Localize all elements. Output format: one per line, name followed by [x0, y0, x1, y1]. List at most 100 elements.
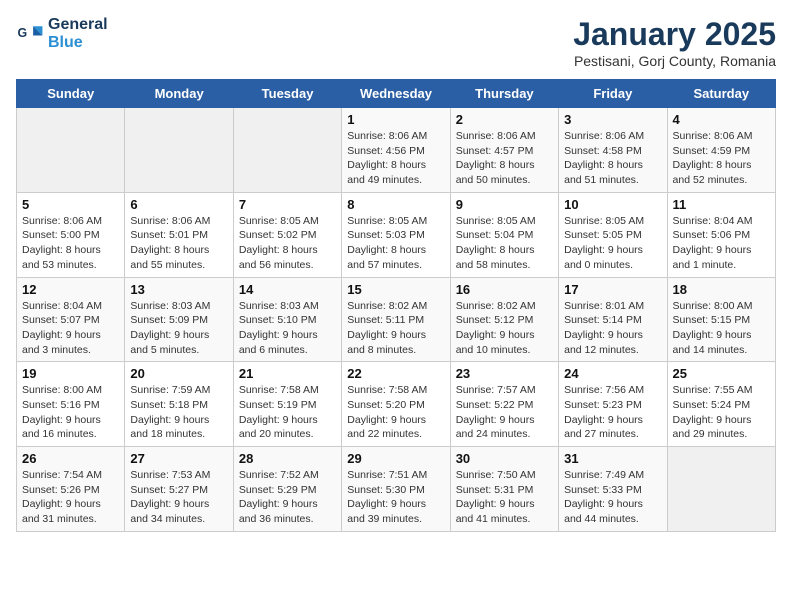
- calendar-cell: 27 Sunrise: 7:53 AM Sunset: 5:27 PM Dayli…: [125, 447, 233, 532]
- day-number: 29: [347, 451, 444, 466]
- day-number: 3: [564, 112, 661, 127]
- day-number: 8: [347, 197, 444, 212]
- logo-icon: G: [16, 20, 44, 48]
- day-number: 18: [673, 282, 770, 297]
- day-number: 22: [347, 366, 444, 381]
- location-subtitle: Pestisani, Gorj County, Romania: [573, 53, 776, 69]
- day-detail: Sunrise: 7:53 AM Sunset: 5:27 PM Dayligh…: [130, 468, 227, 527]
- day-detail: Sunrise: 8:00 AM Sunset: 5:16 PM Dayligh…: [22, 383, 119, 442]
- month-title: January 2025: [573, 16, 776, 53]
- day-number: 1: [347, 112, 444, 127]
- day-number: 16: [456, 282, 553, 297]
- day-detail: Sunrise: 8:05 AM Sunset: 5:05 PM Dayligh…: [564, 214, 661, 273]
- day-detail: Sunrise: 8:03 AM Sunset: 5:10 PM Dayligh…: [239, 299, 336, 358]
- weekday-header-saturday: Saturday: [667, 80, 775, 108]
- day-detail: Sunrise: 8:04 AM Sunset: 5:07 PM Dayligh…: [22, 299, 119, 358]
- calendar-week-5: 26Sunrise: 7:54 AM Sunset: 5:26 PM Dayli…: [17, 447, 776, 532]
- day-number: 12: [22, 282, 119, 297]
- day-number: 15: [347, 282, 444, 297]
- weekday-header-wednesday: Wednesday: [342, 80, 450, 108]
- day-detail: Sunrise: 8:06 AM Sunset: 5:01 PM Dayligh…: [130, 214, 227, 273]
- calendar-cell: 16 Sunrise: 8:02 AM Sunset: 5:12 PM Dayli…: [450, 277, 558, 362]
- day-detail: Sunrise: 7:54 AM Sunset: 5:26 PM Dayligh…: [22, 468, 119, 527]
- day-detail: Sunrise: 7:58 AM Sunset: 5:19 PM Dayligh…: [239, 383, 336, 442]
- day-number: 28: [239, 451, 336, 466]
- calendar-cell: 3 Sunrise: 8:06 AM Sunset: 4:58 PM Daylig…: [559, 108, 667, 193]
- page-header: G General Blue January 2025 Pestisani, G…: [16, 16, 776, 69]
- day-detail: Sunrise: 7:49 AM Sunset: 5:33 PM Dayligh…: [564, 468, 661, 527]
- day-detail: Sunrise: 8:06 AM Sunset: 4:58 PM Dayligh…: [564, 129, 661, 188]
- day-number: 4: [673, 112, 770, 127]
- day-detail: Sunrise: 7:52 AM Sunset: 5:29 PM Dayligh…: [239, 468, 336, 527]
- weekday-header-row: SundayMondayTuesdayWednesdayThursdayFrid…: [17, 80, 776, 108]
- calendar-cell: 10Sunrise: 8:05 AM Sunset: 5:05 PM Dayli…: [559, 192, 667, 277]
- logo-blue: Blue: [48, 34, 108, 52]
- calendar-cell: 29 Sunrise: 7:51 AM Sunset: 5:30 PM Dayli…: [342, 447, 450, 532]
- weekday-header-tuesday: Tuesday: [233, 80, 341, 108]
- day-detail: Sunrise: 8:04 AM Sunset: 5:06 PM Dayligh…: [673, 214, 770, 273]
- calendar-cell: [667, 447, 775, 532]
- day-number: 23: [456, 366, 553, 381]
- day-detail: Sunrise: 8:06 AM Sunset: 5:00 PM Dayligh…: [22, 214, 119, 273]
- calendar-cell: 5 Sunrise: 8:06 AM Sunset: 5:00 PM Daylig…: [17, 192, 125, 277]
- day-detail: Sunrise: 8:01 AM Sunset: 5:14 PM Dayligh…: [564, 299, 661, 358]
- calendar-cell: 22 Sunrise: 7:58 AM Sunset: 5:20 PM Dayli…: [342, 362, 450, 447]
- day-detail: Sunrise: 7:58 AM Sunset: 5:20 PM Dayligh…: [347, 383, 444, 442]
- calendar-cell: 9Sunrise: 8:05 AM Sunset: 5:04 PM Daylig…: [450, 192, 558, 277]
- calendar-week-4: 19 Sunrise: 8:00 AM Sunset: 5:16 PM Dayli…: [17, 362, 776, 447]
- calendar-cell: 17 Sunrise: 8:01 AM Sunset: 5:14 PM Dayli…: [559, 277, 667, 362]
- day-number: 25: [673, 366, 770, 381]
- day-detail: Sunrise: 7:51 AM Sunset: 5:30 PM Dayligh…: [347, 468, 444, 527]
- calendar-cell: 20 Sunrise: 7:59 AM Sunset: 5:18 PM Dayli…: [125, 362, 233, 447]
- day-number: 2: [456, 112, 553, 127]
- day-detail: Sunrise: 8:06 AM Sunset: 4:59 PM Dayligh…: [673, 129, 770, 188]
- calendar-cell: 8 Sunrise: 8:05 AM Sunset: 5:03 PM Daylig…: [342, 192, 450, 277]
- day-detail: Sunrise: 8:00 AM Sunset: 5:15 PM Dayligh…: [673, 299, 770, 358]
- calendar-cell: 2 Sunrise: 8:06 AM Sunset: 4:57 PM Daylig…: [450, 108, 558, 193]
- day-detail: Sunrise: 7:59 AM Sunset: 5:18 PM Dayligh…: [130, 383, 227, 442]
- calendar-cell: 26Sunrise: 7:54 AM Sunset: 5:26 PM Dayli…: [17, 447, 125, 532]
- day-number: 31: [564, 451, 661, 466]
- day-number: 27: [130, 451, 227, 466]
- calendar-cell: 21 Sunrise: 7:58 AM Sunset: 5:19 PM Dayli…: [233, 362, 341, 447]
- day-detail: Sunrise: 8:05 AM Sunset: 5:03 PM Dayligh…: [347, 214, 444, 273]
- day-number: 11: [673, 197, 770, 212]
- calendar-cell: 7 Sunrise: 8:05 AM Sunset: 5:02 PM Daylig…: [233, 192, 341, 277]
- weekday-header-sunday: Sunday: [17, 80, 125, 108]
- day-detail: Sunrise: 7:50 AM Sunset: 5:31 PM Dayligh…: [456, 468, 553, 527]
- day-detail: Sunrise: 8:02 AM Sunset: 5:12 PM Dayligh…: [456, 299, 553, 358]
- logo-general: General: [48, 16, 108, 34]
- calendar-cell: 12 Sunrise: 8:04 AM Sunset: 5:07 PM Dayli…: [17, 277, 125, 362]
- calendar-cell: 18 Sunrise: 8:00 AM Sunset: 5:15 PM Dayli…: [667, 277, 775, 362]
- calendar-cell: 13 Sunrise: 8:03 AM Sunset: 5:09 PM Dayli…: [125, 277, 233, 362]
- day-detail: Sunrise: 8:05 AM Sunset: 5:02 PM Dayligh…: [239, 214, 336, 273]
- calendar-week-3: 12 Sunrise: 8:04 AM Sunset: 5:07 PM Dayli…: [17, 277, 776, 362]
- day-number: 5: [22, 197, 119, 212]
- day-detail: Sunrise: 8:06 AM Sunset: 4:57 PM Dayligh…: [456, 129, 553, 188]
- title-block: January 2025 Pestisani, Gorj County, Rom…: [573, 16, 776, 69]
- day-number: 30: [456, 451, 553, 466]
- day-number: 14: [239, 282, 336, 297]
- weekday-header-thursday: Thursday: [450, 80, 558, 108]
- day-number: 17: [564, 282, 661, 297]
- calendar-cell: 30 Sunrise: 7:50 AM Sunset: 5:31 PM Dayli…: [450, 447, 558, 532]
- day-detail: Sunrise: 7:55 AM Sunset: 5:24 PM Dayligh…: [673, 383, 770, 442]
- day-detail: Sunrise: 8:03 AM Sunset: 5:09 PM Dayligh…: [130, 299, 227, 358]
- calendar-cell: 14 Sunrise: 8:03 AM Sunset: 5:10 PM Dayli…: [233, 277, 341, 362]
- calendar-cell: [233, 108, 341, 193]
- calendar-cell: 28 Sunrise: 7:52 AM Sunset: 5:29 PM Dayli…: [233, 447, 341, 532]
- day-detail: Sunrise: 7:57 AM Sunset: 5:22 PM Dayligh…: [456, 383, 553, 442]
- calendar-cell: 19 Sunrise: 8:00 AM Sunset: 5:16 PM Dayli…: [17, 362, 125, 447]
- day-number: 7: [239, 197, 336, 212]
- day-number: 6: [130, 197, 227, 212]
- day-number: 19: [22, 366, 119, 381]
- calendar-cell: 25 Sunrise: 7:55 AM Sunset: 5:24 PM Dayli…: [667, 362, 775, 447]
- calendar-table: SundayMondayTuesdayWednesdayThursdayFrid…: [16, 79, 776, 532]
- calendar-cell: 31 Sunrise: 7:49 AM Sunset: 5:33 PM Dayli…: [559, 447, 667, 532]
- day-detail: Sunrise: 8:05 AM Sunset: 5:04 PM Dayligh…: [456, 214, 553, 273]
- calendar-week-1: 1Sunrise: 8:06 AM Sunset: 4:56 PM Daylig…: [17, 108, 776, 193]
- day-number: 20: [130, 366, 227, 381]
- calendar-cell: [125, 108, 233, 193]
- day-number: 13: [130, 282, 227, 297]
- day-number: 21: [239, 366, 336, 381]
